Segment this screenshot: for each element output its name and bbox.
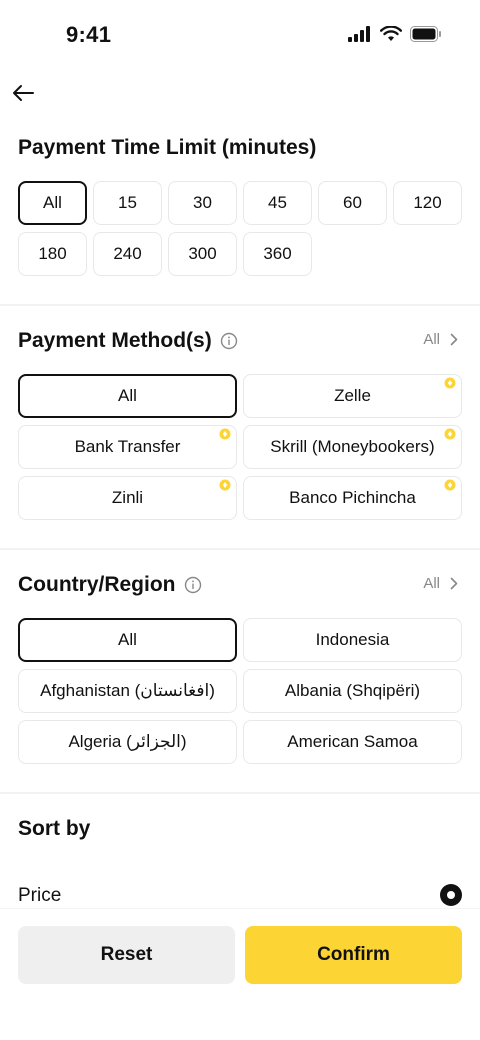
wifi-icon: [380, 26, 402, 41]
divider: [0, 548, 480, 550]
chip-label: 180: [38, 244, 67, 263]
see-all-label: All: [423, 331, 440, 348]
country-see-all[interactable]: All: [423, 575, 458, 592]
chip-label: Indonesia: [315, 630, 390, 649]
reset-button[interactable]: Reset: [18, 926, 235, 984]
divider: [0, 304, 480, 306]
chip-label: 45: [268, 193, 287, 212]
chip-label: Zinli: [111, 488, 144, 507]
info-icon[interactable]: [220, 332, 238, 350]
sort-option-label: Price: [18, 885, 62, 906]
footer-actions: Reset Confirm: [0, 908, 480, 1040]
payment-methods-header: Payment Method(s): [18, 329, 238, 353]
payment-method-option-zinli[interactable]: Zinli: [18, 476, 237, 520]
payment-method-option-all[interactable]: All: [18, 374, 237, 418]
chip-label: 120: [413, 193, 442, 212]
time-limit-option-120[interactable]: 120: [393, 181, 462, 225]
divider: [0, 792, 480, 794]
chip-label: American Samoa: [287, 732, 418, 751]
country-title: Country/Region: [18, 573, 176, 596]
time-limit-option-360[interactable]: 360: [243, 232, 312, 276]
time-limit-option-45[interactable]: 45: [243, 181, 312, 225]
chip-label: Albania (Shqipëri): [284, 681, 421, 700]
chip-label: 240: [113, 244, 142, 263]
sort-title: Sort by: [18, 817, 91, 840]
status-bar: 9:41: [0, 0, 480, 70]
chevron-right-icon: [450, 333, 458, 346]
promo-badge-icon: [444, 377, 456, 389]
chip-label: Zelle: [334, 386, 371, 405]
payment-methods-title: Payment Method(s): [18, 329, 212, 352]
time-limit-option-240[interactable]: 240: [93, 232, 162, 276]
country-option-afghanistan[interactable]: Afghanistan (افغانستان): [18, 669, 237, 713]
battery-icon: [410, 26, 441, 42]
chip-label: Bank Transfer: [74, 437, 181, 456]
arrow-left-icon: [13, 85, 34, 101]
promo-badge-icon: [444, 428, 456, 440]
chip-label: Afghanistan (افغانستان): [40, 681, 215, 700]
back-button[interactable]: [10, 80, 36, 106]
country-option-all[interactable]: All: [18, 618, 237, 662]
time-limit-option-15[interactable]: 15: [93, 181, 162, 225]
chip-label: 60: [343, 193, 362, 212]
status-time: 9:41: [66, 22, 112, 47]
time-limit-option-30[interactable]: 30: [168, 181, 237, 225]
country-option-albania[interactable]: Albania (Shqipëri): [243, 669, 462, 713]
status-icons: [348, 26, 442, 42]
time-limit-option-all[interactable]: All: [18, 181, 87, 225]
chip-label: Banco Pichincha: [289, 488, 416, 507]
chip-label: All: [43, 193, 62, 212]
chevron-right-icon: [450, 577, 458, 590]
country-header: Country/Region: [18, 573, 202, 597]
chip-label: 15: [118, 193, 137, 212]
chip-label: 30: [193, 193, 212, 212]
chip-label: All: [118, 386, 137, 405]
time-limit-title: Payment Time Limit (minutes): [18, 136, 317, 159]
country-option-american-samoa[interactable]: American Samoa: [243, 720, 462, 764]
chip-label: 300: [188, 244, 217, 263]
time-limit-option-300[interactable]: 300: [168, 232, 237, 276]
chip-label: Algeria (الجزائر): [68, 732, 187, 751]
signal-icon: [348, 26, 370, 42]
country-option-algeria[interactable]: Algeria (الجزائر): [18, 720, 237, 764]
promo-badge-icon: [219, 428, 231, 440]
chip-label: Skrill (Moneybookers): [270, 437, 435, 456]
promo-badge-icon: [219, 479, 231, 491]
see-all-label: All: [423, 575, 440, 592]
chip-label: 360: [263, 244, 292, 263]
sort-option-radio[interactable]: [440, 884, 462, 906]
time-limit-option-60[interactable]: 60: [318, 181, 387, 225]
chip-label: All: [118, 630, 137, 649]
promo-badge-icon: [444, 479, 456, 491]
confirm-button[interactable]: Confirm: [245, 926, 462, 984]
time-limit-option-180[interactable]: 180: [18, 232, 87, 276]
payment-method-option-zelle[interactable]: Zelle: [243, 374, 462, 418]
country-option-indonesia[interactable]: Indonesia: [243, 618, 462, 662]
info-icon[interactable]: [184, 576, 202, 594]
payment-method-option-banco-pichincha[interactable]: Banco Pichincha: [243, 476, 462, 520]
payment-method-option-skrill[interactable]: Skrill (Moneybookers): [243, 425, 462, 469]
payment-method-option-bank-transfer[interactable]: Bank Transfer: [18, 425, 237, 469]
payment-methods-see-all[interactable]: All: [423, 331, 458, 348]
